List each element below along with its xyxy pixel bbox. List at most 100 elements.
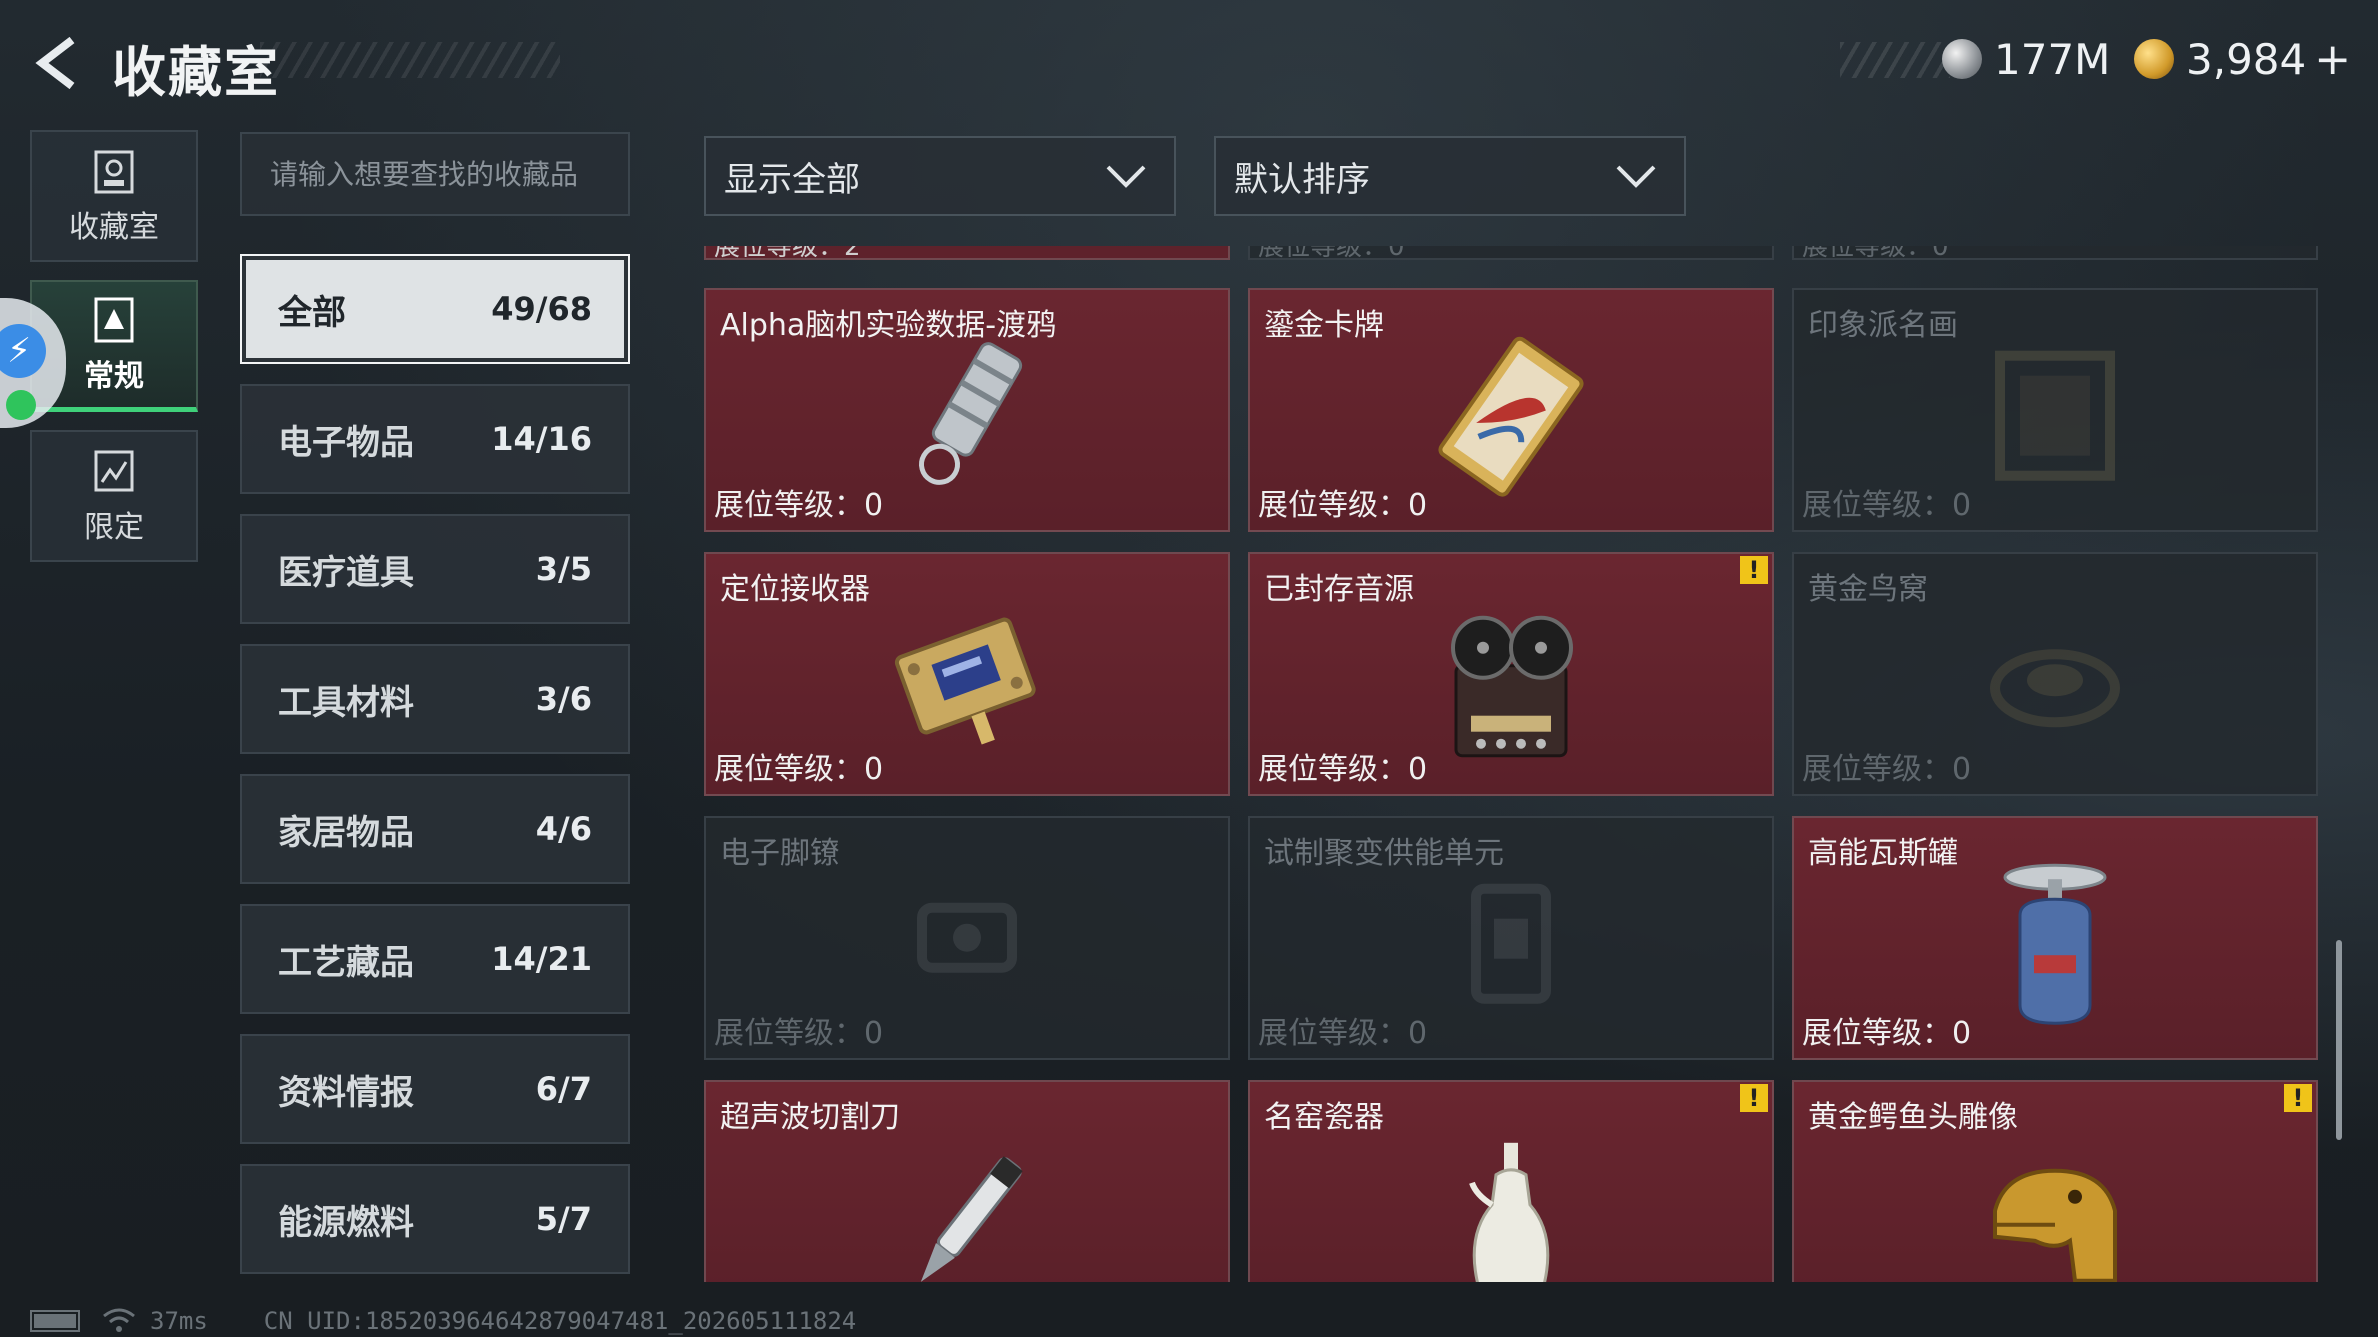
item-card-ultrasonic-cutter[interactable]: 超声波切割刀 bbox=[704, 1080, 1230, 1282]
page-title: 收藏室 bbox=[112, 41, 280, 104]
item-card-electronic-shackle[interactable]: 电子脚镣 展位等级：0 bbox=[704, 816, 1230, 1060]
item-card-fusion-unit[interactable]: 试制聚变供能单元 展位等级：0 bbox=[1248, 816, 1774, 1060]
category-label: 资料情报 bbox=[278, 1072, 414, 1113]
category-count: 14/21 bbox=[491, 940, 592, 978]
rail-label: 常规 bbox=[84, 358, 144, 394]
rail-collection-room[interactable]: 收藏室 bbox=[30, 130, 198, 262]
card-level: 展位等级：0 bbox=[1258, 752, 1428, 787]
card-level: 展位等级：0 bbox=[1802, 246, 1949, 262]
item-card-sealed-audio[interactable]: 已封存音源 ! 展位等级：0 bbox=[1248, 552, 1774, 796]
alert-badge-icon: ! bbox=[2284, 1084, 2312, 1112]
gold-currency-value: 3,984 bbox=[2186, 34, 2307, 84]
filter-dropdown[interactable]: 显示全部 bbox=[704, 136, 1176, 216]
category-count: 5/7 bbox=[535, 1200, 592, 1238]
ping-value: 37ms bbox=[150, 1307, 208, 1335]
card-level: 展位等级：0 bbox=[1258, 488, 1428, 523]
card-name: 鎏金卡牌 bbox=[1264, 308, 1384, 343]
partial-card[interactable]: 展位等级：0 bbox=[1792, 246, 2318, 262]
card-level: 展位等级：0 bbox=[1802, 752, 1972, 787]
category-tools[interactable]: 工具材料 3/6 bbox=[240, 644, 630, 754]
limited-icon bbox=[94, 450, 134, 492]
uid-text: CN UID:18520396464287904748​1_2026051118… bbox=[263, 1307, 857, 1335]
item-card-locator-receiver[interactable]: 定位接收器 展位等级：0 bbox=[704, 552, 1230, 796]
status-bar: 37ms CN UID:18520396464287904748​1_20260… bbox=[30, 1306, 856, 1336]
item-card-gas-canister[interactable]: 高能瓦斯罐 展位等级：0 bbox=[1792, 816, 2318, 1060]
chevron-down-icon bbox=[1616, 165, 1656, 188]
category-count: 6/7 bbox=[535, 1070, 592, 1108]
category-count: 4/6 bbox=[535, 810, 592, 848]
category-energy[interactable]: 能源燃料 5/7 bbox=[240, 1164, 630, 1274]
card-name: 已封存音源 bbox=[1264, 572, 1414, 607]
category-count: 14/16 bbox=[491, 420, 592, 458]
silver-currency-value: 177M bbox=[1994, 34, 2111, 84]
partial-card[interactable]: 展位等级：2 bbox=[704, 246, 1230, 262]
card-name: 电子脚镣 bbox=[720, 836, 840, 871]
rail-label: 收藏室 bbox=[69, 210, 159, 245]
silver-currency: 177M bbox=[1942, 34, 2110, 84]
item-card-famous-porcelain[interactable]: 名窑瓷器 ! bbox=[1248, 1080, 1774, 1282]
add-currency-button[interactable]: + bbox=[2314, 34, 2351, 85]
category-intel[interactable]: 资料情报 6/7 bbox=[240, 1034, 630, 1144]
back-arrow-icon bbox=[35, 36, 75, 90]
category-label: 全部 bbox=[278, 292, 346, 333]
gilded-card-icon bbox=[1426, 332, 1596, 506]
category-crafts[interactable]: 工艺藏品 14/21 bbox=[240, 904, 630, 1014]
category-label: 工艺藏品 bbox=[278, 942, 414, 983]
crocodile-statue-icon bbox=[1965, 1141, 2145, 1282]
item-card-golden-nest[interactable]: 黄金鸟窝 展位等级：0 bbox=[1792, 552, 2318, 796]
category-household[interactable]: 家居物品 4/6 bbox=[240, 774, 630, 884]
alert-badge-icon: ! bbox=[1740, 1084, 1768, 1112]
gas-canister-icon bbox=[1990, 855, 2120, 1039]
collection-room-icon bbox=[94, 150, 134, 194]
card-level: 展位等级：0 bbox=[714, 752, 884, 787]
item-card-impressionist-painting[interactable]: 印象派名画 展位等级：0 bbox=[1792, 288, 2318, 532]
search-box[interactable] bbox=[240, 132, 630, 216]
porcelain-vase-icon bbox=[1456, 1135, 1566, 1282]
grid-scrollbar[interactable] bbox=[2336, 940, 2342, 1140]
card-level: 展位等级：0 bbox=[714, 1016, 884, 1051]
regular-icon bbox=[94, 297, 134, 342]
card-name: 黄金鸟窝 bbox=[1808, 572, 1928, 607]
card-name: 黄金鳄鱼头雕像 bbox=[1808, 1100, 2018, 1135]
category-all[interactable]: 全部 49/68 bbox=[240, 254, 630, 364]
rail-limited[interactable]: 限定 bbox=[30, 430, 198, 562]
card-name: 名窑瓷器 bbox=[1264, 1100, 1384, 1135]
card-name: 定位接收器 bbox=[720, 572, 870, 607]
silver-coin-icon bbox=[1942, 39, 1982, 79]
card-name: 试制聚变供能单元 bbox=[1264, 836, 1504, 871]
category-label: 家居物品 bbox=[278, 812, 414, 853]
lightning-icon: ⚡ bbox=[0, 324, 46, 378]
battery-icon bbox=[30, 1310, 80, 1332]
card-level: 展位等级：0 bbox=[1258, 1016, 1428, 1051]
card-name: 超声波切割刀 bbox=[720, 1100, 900, 1135]
category-label: 电子物品 bbox=[278, 422, 414, 463]
card-name: 高能瓦斯罐 bbox=[1808, 836, 1958, 871]
partial-card[interactable]: 展位等级：0 bbox=[1248, 246, 1774, 262]
category-medical[interactable]: 医疗道具 3/5 bbox=[240, 514, 630, 624]
category-electronics[interactable]: 电子物品 14/16 bbox=[240, 384, 630, 494]
painting-icon bbox=[1980, 341, 2130, 495]
search-input[interactable] bbox=[270, 157, 628, 191]
category-label: 工具材料 bbox=[278, 682, 414, 723]
category-label: 能源燃料 bbox=[278, 1202, 414, 1243]
rail-label: 限定 bbox=[84, 510, 144, 545]
chevron-down-icon bbox=[1106, 165, 1146, 188]
back-button[interactable] bbox=[28, 34, 86, 92]
category-label: 医疗道具 bbox=[278, 552, 414, 593]
card-level: 展位等级：0 bbox=[1802, 488, 1972, 523]
alert-badge-icon: ! bbox=[1740, 556, 1768, 584]
wifi-badge-icon bbox=[6, 390, 36, 420]
gold-coin-icon bbox=[2134, 39, 2174, 79]
sort-dropdown[interactable]: 默认排序 bbox=[1214, 136, 1686, 216]
item-card-alpha-data[interactable]: Alpha脑机实验数据-渡鸦 展位等级：0 bbox=[704, 288, 1230, 532]
item-card-golden-crocodile-head[interactable]: 黄金鳄鱼头雕像 ! bbox=[1792, 1080, 2318, 1282]
card-name: 印象派名画 bbox=[1808, 308, 1958, 343]
cutter-knife-icon bbox=[897, 1138, 1037, 1282]
gold-currency: 3,984 + bbox=[2134, 34, 2351, 85]
item-card-gilded-card[interactable]: 鎏金卡牌 展位等级：0 bbox=[1248, 288, 1774, 532]
card-level: 展位等级：0 bbox=[714, 488, 884, 523]
title-stripes-decoration bbox=[260, 42, 560, 78]
category-count: 3/6 bbox=[535, 680, 592, 718]
sort-dropdown-label: 默认排序 bbox=[1234, 159, 1370, 200]
nest-icon bbox=[1980, 618, 2130, 742]
